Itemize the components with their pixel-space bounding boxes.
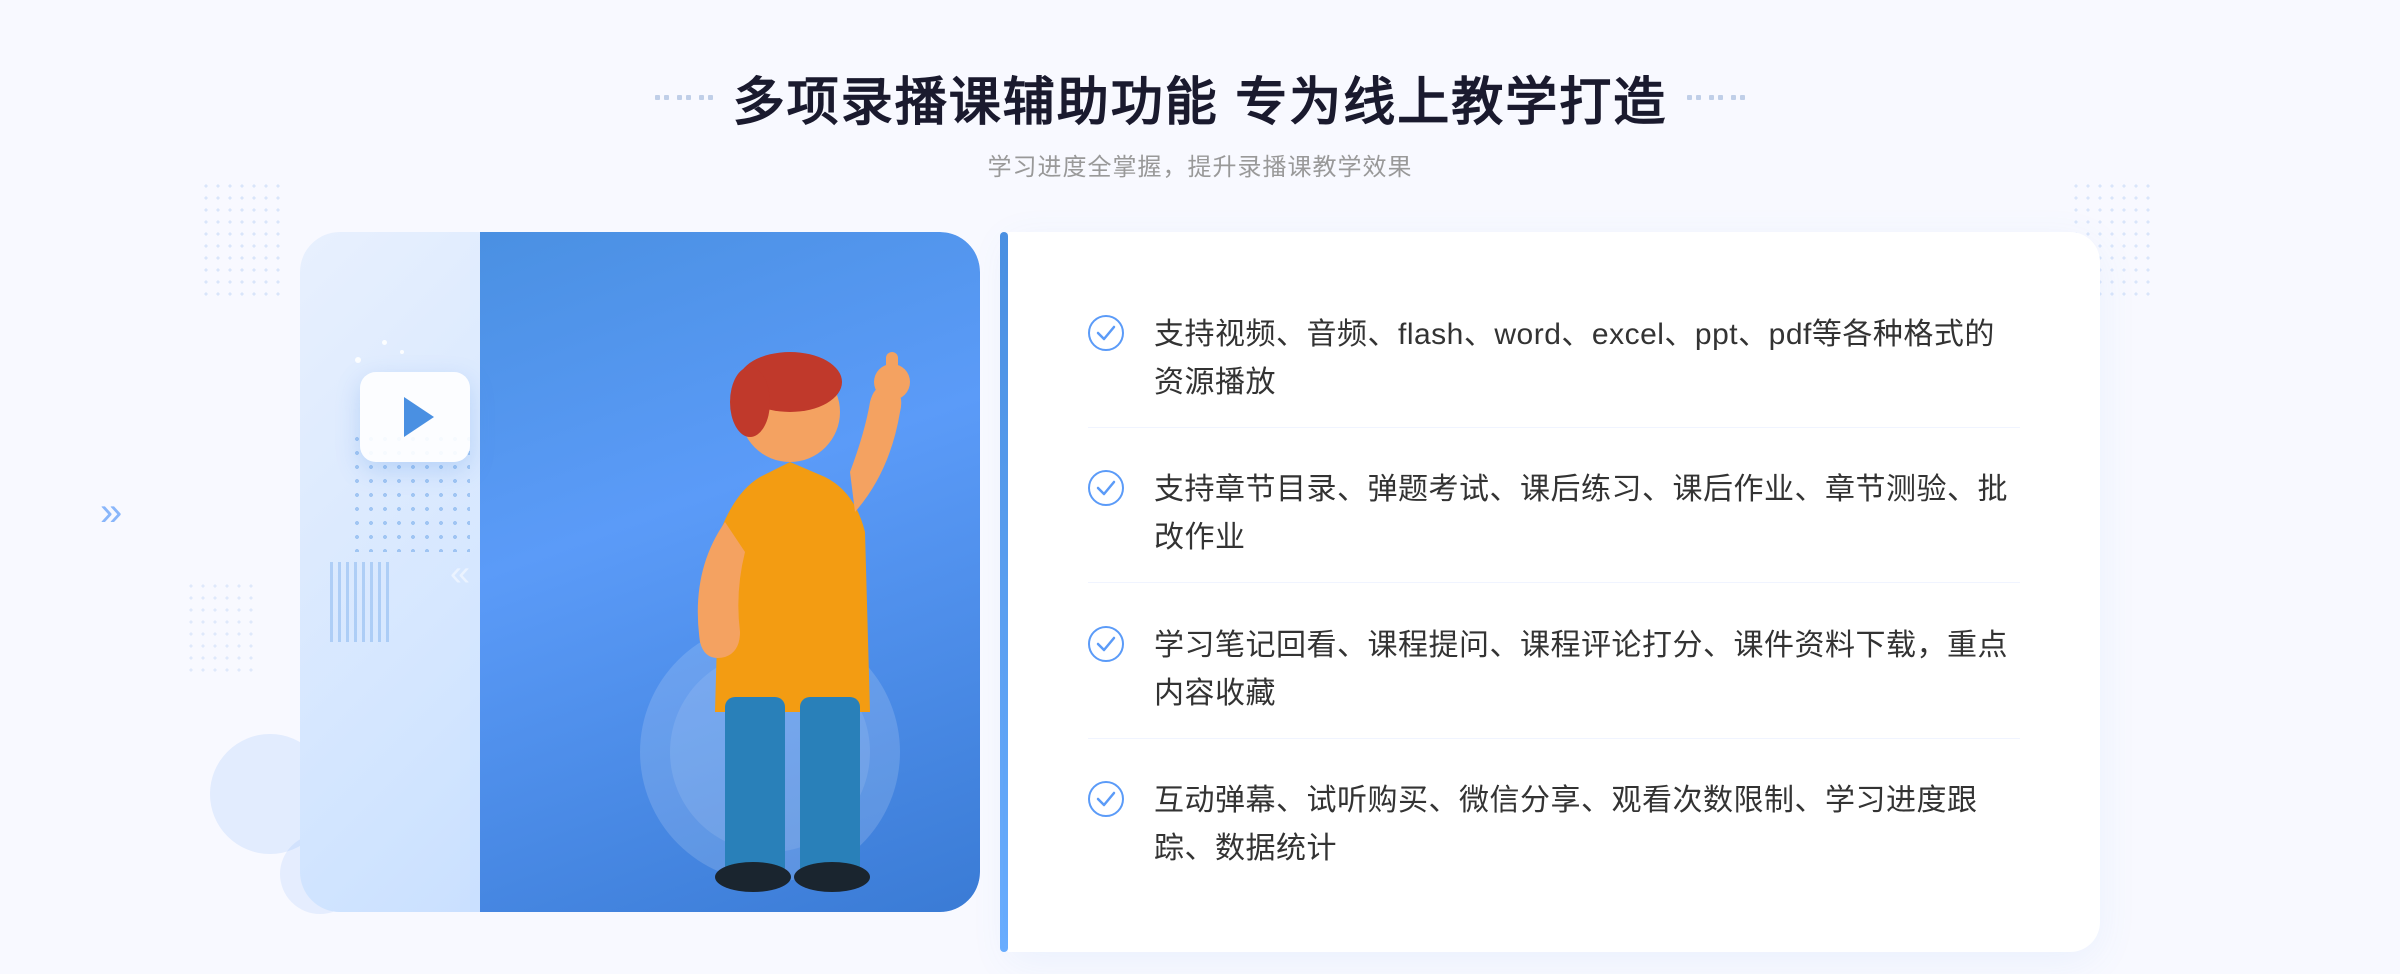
check-icon-4 [1088,781,1124,817]
feature-text-1: 支持视频、音频、flash、word、excel、ppt、pdf等各种格式的资源… [1154,311,2020,407]
feature-item-2: 支持章节目录、弹题考试、课后练习、课后作业、章节测验、批改作业 [1088,446,2020,583]
title-decorator-left [655,95,713,100]
play-icon-container [360,372,470,462]
feature-item-1: 支持视频、音频、flash、word、excel、ppt、pdf等各种格式的资源… [1088,291,2020,428]
subtitle: 学习进度全掌握，提升录播课教学效果 [655,147,1745,182]
person-illustration [560,332,940,912]
illustration-background: « [300,232,980,912]
dots-decoration-left [200,180,280,300]
blue-vertical-bar [1000,232,1008,952]
play-triangle-icon [404,397,434,437]
arrow-decoration-left: » [100,490,122,535]
content-area: « [300,232,2100,952]
inner-arrows-decoration: « [450,552,470,594]
sparkle-3 [400,350,404,354]
feature-text-4: 互动弹幕、试听购买、微信分享、观看次数限制、学习进度跟踪、数据统计 [1154,777,2020,873]
feature-item-4: 互动弹幕、试听购买、微信分享、观看次数限制、学习进度跟踪、数据统计 [1088,757,2020,893]
page-container: » 多项录播课辅助功能 专为线上教学打造 学习进度全掌握，提升录播课教学效果 [0,0,2400,974]
header-section: 多项录播课辅助功能 专为线上教学打造 学习进度全掌握，提升录播课教学效果 [655,60,1745,182]
check-icon-3 [1088,626,1124,662]
features-panel: 支持视频、音频、flash、word、excel、ppt、pdf等各种格式的资源… [1008,232,2100,952]
check-icon-2 [1088,470,1124,506]
main-title: 多项录播课辅助功能 专为线上教学打造 [733,60,1667,135]
feature-text-3: 学习笔记回看、课程提问、课程评论打分、课件资料下载，重点内容收藏 [1154,622,2020,718]
dots-decoration-left2 [185,580,255,680]
sparkle-1 [355,357,361,363]
check-icon-1 [1088,315,1124,351]
title-decorator-right [1687,95,1745,100]
title-row: 多项录播课辅助功能 专为线上教学打造 [655,60,1745,135]
feature-text-2: 支持章节目录、弹题考试、课后练习、课后作业、章节测验、批改作业 [1154,466,2020,562]
stripes-decoration [330,562,390,642]
feature-item-3: 学习笔记回看、课程提问、课程评论打分、课件资料下载，重点内容收藏 [1088,602,2020,739]
sparkle-2 [382,340,387,345]
illustration-area: « [300,232,1000,952]
